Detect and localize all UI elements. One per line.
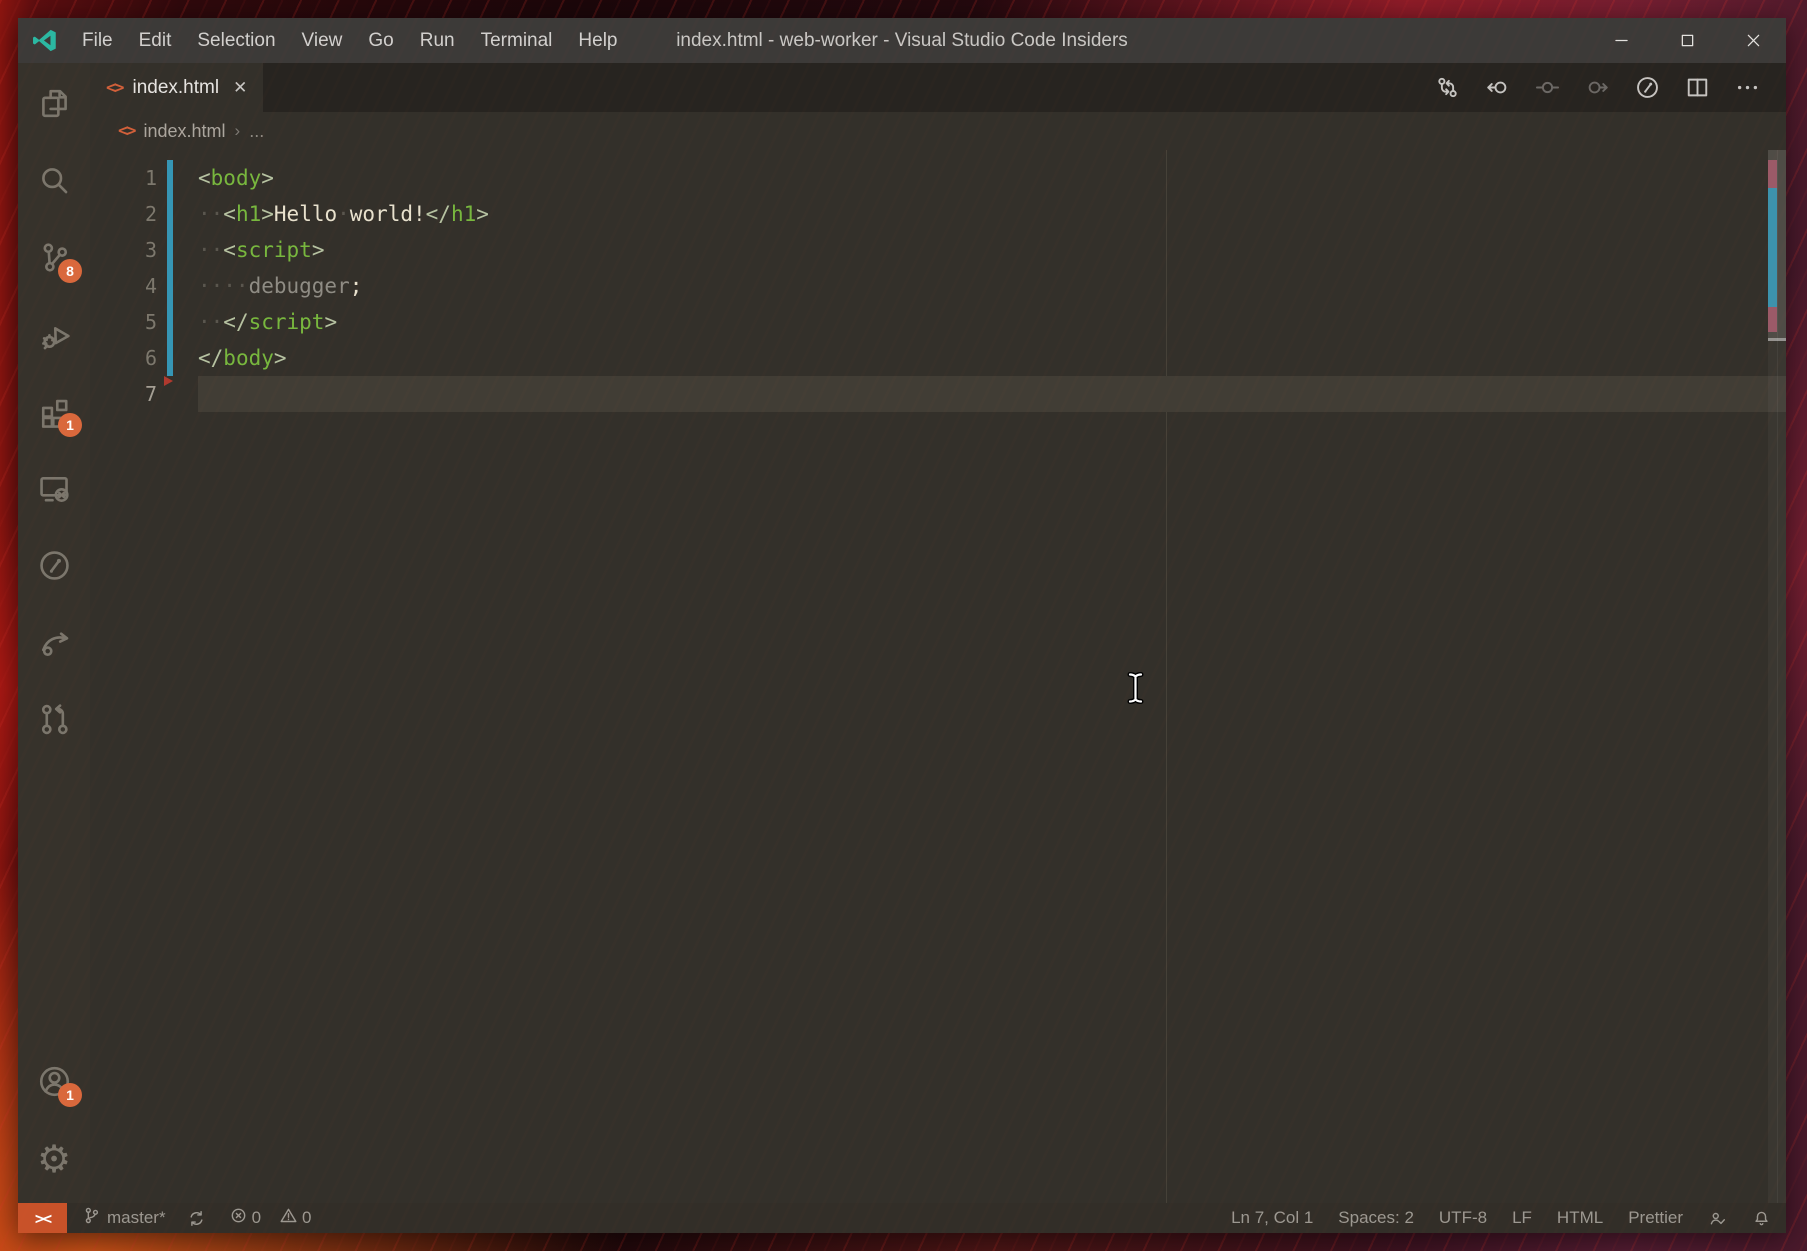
split-editor-icon[interactable] bbox=[1684, 74, 1711, 101]
git-branch-icon bbox=[82, 1206, 101, 1230]
editor-actions bbox=[1434, 63, 1786, 112]
more-actions-icon[interactable] bbox=[1734, 74, 1761, 101]
settings-gear-icon[interactable]: ⚙ bbox=[22, 1127, 86, 1191]
breadcrumb-file[interactable]: index.html bbox=[143, 121, 225, 142]
problems-status[interactable]: 0 0 bbox=[229, 1206, 312, 1230]
menu-edit[interactable]: Edit bbox=[126, 18, 185, 63]
tab-bar: <> index.html ✕ bbox=[90, 63, 1786, 112]
overview-deleted-mark bbox=[1768, 160, 1777, 188]
code-text: ····debugger; bbox=[198, 268, 362, 304]
cursor-position[interactable]: Ln 7, Col 1 bbox=[1231, 1208, 1313, 1228]
line-number[interactable]: 1 bbox=[90, 160, 157, 196]
code-text: ··<script> bbox=[198, 232, 324, 268]
menu-go[interactable]: Go bbox=[355, 18, 406, 63]
source-control-icon[interactable]: 8 bbox=[22, 225, 86, 289]
code-line-1[interactable]: 1 <body> bbox=[90, 160, 1786, 196]
line-number[interactable]: 7 bbox=[90, 376, 157, 412]
code-line-3[interactable]: 3 ··<script> bbox=[90, 232, 1786, 268]
previous-change-icon[interactable] bbox=[1484, 74, 1511, 101]
code-editor[interactable]: 1 <body> 2 ··<h1>Hello·world!</h1> 3 ··<scrip… bbox=[90, 150, 1786, 1203]
language-mode[interactable]: HTML bbox=[1557, 1208, 1603, 1228]
menu-terminal[interactable]: Terminal bbox=[468, 18, 566, 63]
vscode-window: FileEditSelectionViewGoRunTerminalHelp i… bbox=[18, 18, 1786, 1233]
maximize-button[interactable] bbox=[1654, 18, 1720, 63]
breadcrumb-symbol[interactable]: ... bbox=[249, 121, 264, 142]
encoding[interactable]: UTF-8 bbox=[1439, 1208, 1487, 1228]
accounts-icon[interactable]: 1 bbox=[22, 1049, 86, 1113]
line-number[interactable]: 6 bbox=[90, 340, 157, 376]
html-file-icon: <> bbox=[118, 121, 134, 141]
overview-deleted-mark bbox=[1768, 307, 1777, 332]
run-preview-icon[interactable] bbox=[22, 533, 86, 597]
menu-bar: FileEditSelectionViewGoRunTerminalHelp bbox=[69, 18, 631, 63]
overview-modified-mark bbox=[1768, 188, 1777, 307]
code-text: </body> bbox=[198, 340, 287, 376]
explorer-icon[interactable] bbox=[22, 71, 86, 135]
eol-selector[interactable]: LF bbox=[1512, 1208, 1532, 1228]
close-button[interactable] bbox=[1720, 18, 1786, 63]
menu-file[interactable]: File bbox=[69, 18, 126, 63]
code-line-6[interactable]: 6 </body> bbox=[90, 340, 1786, 376]
line-number[interactable]: 2 bbox=[90, 196, 157, 232]
warning-icon bbox=[279, 1206, 298, 1230]
code-text: ··</script> bbox=[198, 304, 337, 340]
code-line-4[interactable]: 4 ····debugger; bbox=[90, 268, 1786, 304]
line-number[interactable]: 3 bbox=[90, 232, 157, 268]
line-number[interactable]: 4 bbox=[90, 268, 157, 304]
formatter[interactable]: Prettier bbox=[1628, 1208, 1683, 1228]
code-line-5[interactable]: 5 ··</script> bbox=[90, 304, 1786, 340]
minimize-button[interactable] bbox=[1588, 18, 1654, 63]
tab-index-html[interactable]: <> index.html ✕ bbox=[90, 63, 263, 112]
git-deleted-gutter bbox=[164, 376, 173, 386]
remote-indicator[interactable]: >< bbox=[18, 1203, 67, 1233]
badge-count: 8 bbox=[58, 259, 82, 283]
git-branch-status[interactable]: master* bbox=[82, 1206, 166, 1230]
extensions-icon[interactable]: 1 bbox=[22, 379, 86, 443]
line-number[interactable]: 5 bbox=[90, 304, 157, 340]
warning-count: 0 bbox=[302, 1208, 311, 1228]
run-and-debug-icon[interactable] bbox=[22, 302, 86, 366]
next-change-icon[interactable] bbox=[1584, 74, 1611, 101]
sync-button[interactable] bbox=[187, 1209, 206, 1228]
current-change-icon[interactable] bbox=[1534, 74, 1561, 101]
error-icon bbox=[229, 1206, 248, 1230]
badge-count: 1 bbox=[58, 413, 82, 437]
breadcrumbs: <> index.html › ... bbox=[90, 112, 1786, 150]
chevron-right-icon: › bbox=[235, 121, 241, 141]
run-or-debug-icon[interactable] bbox=[1634, 74, 1661, 101]
code-line-7[interactable]: 7 bbox=[90, 376, 1786, 412]
notifications-bell-icon[interactable] bbox=[1752, 1209, 1771, 1228]
remote-explorer-icon[interactable] bbox=[22, 456, 86, 520]
scrollbar-slider[interactable] bbox=[1768, 150, 1786, 341]
editor-group: <> index.html ✕ <> index.html › ... 1 <bo… bbox=[90, 63, 1786, 1203]
open-changes-icon[interactable] bbox=[1434, 74, 1461, 101]
editor-scrollbar[interactable] bbox=[1768, 150, 1786, 1203]
html-file-icon: <> bbox=[106, 78, 122, 98]
git-modified-gutter bbox=[167, 160, 173, 376]
status-bar: >< master* 0 0 Ln 7, Col 1 Spaces: 2 UTF-8… bbox=[18, 1203, 1786, 1233]
menu-run[interactable]: Run bbox=[407, 18, 468, 63]
window-controls bbox=[1588, 18, 1786, 63]
tab-close-icon[interactable]: ✕ bbox=[233, 78, 247, 98]
title-bar: FileEditSelectionViewGoRunTerminalHelp i… bbox=[18, 18, 1786, 63]
tab-label: index.html bbox=[132, 77, 219, 99]
feedback-icon[interactable] bbox=[1708, 1209, 1727, 1228]
deploy-icon[interactable] bbox=[22, 610, 86, 674]
menu-view[interactable]: View bbox=[289, 18, 356, 63]
code-line-2[interactable]: 2 ··<h1>Hello·world!</h1> bbox=[90, 196, 1786, 232]
menu-selection[interactable]: Selection bbox=[184, 18, 288, 63]
code-text: ··<h1>Hello·world!</h1> bbox=[198, 196, 489, 232]
indentation[interactable]: Spaces: 2 bbox=[1338, 1208, 1414, 1228]
github-pull-requests-icon[interactable] bbox=[22, 687, 86, 751]
menu-help[interactable]: Help bbox=[565, 18, 630, 63]
activity-bar: 8 1 1 ⚙ bbox=[18, 63, 90, 1203]
mouse-ibeam-cursor bbox=[1127, 672, 1144, 704]
badge-count: 1 bbox=[58, 1083, 82, 1107]
code-text: <body> bbox=[198, 160, 274, 196]
search-icon[interactable] bbox=[22, 148, 86, 212]
vscode-insiders-logo bbox=[31, 27, 58, 54]
error-count: 0 bbox=[252, 1208, 261, 1228]
